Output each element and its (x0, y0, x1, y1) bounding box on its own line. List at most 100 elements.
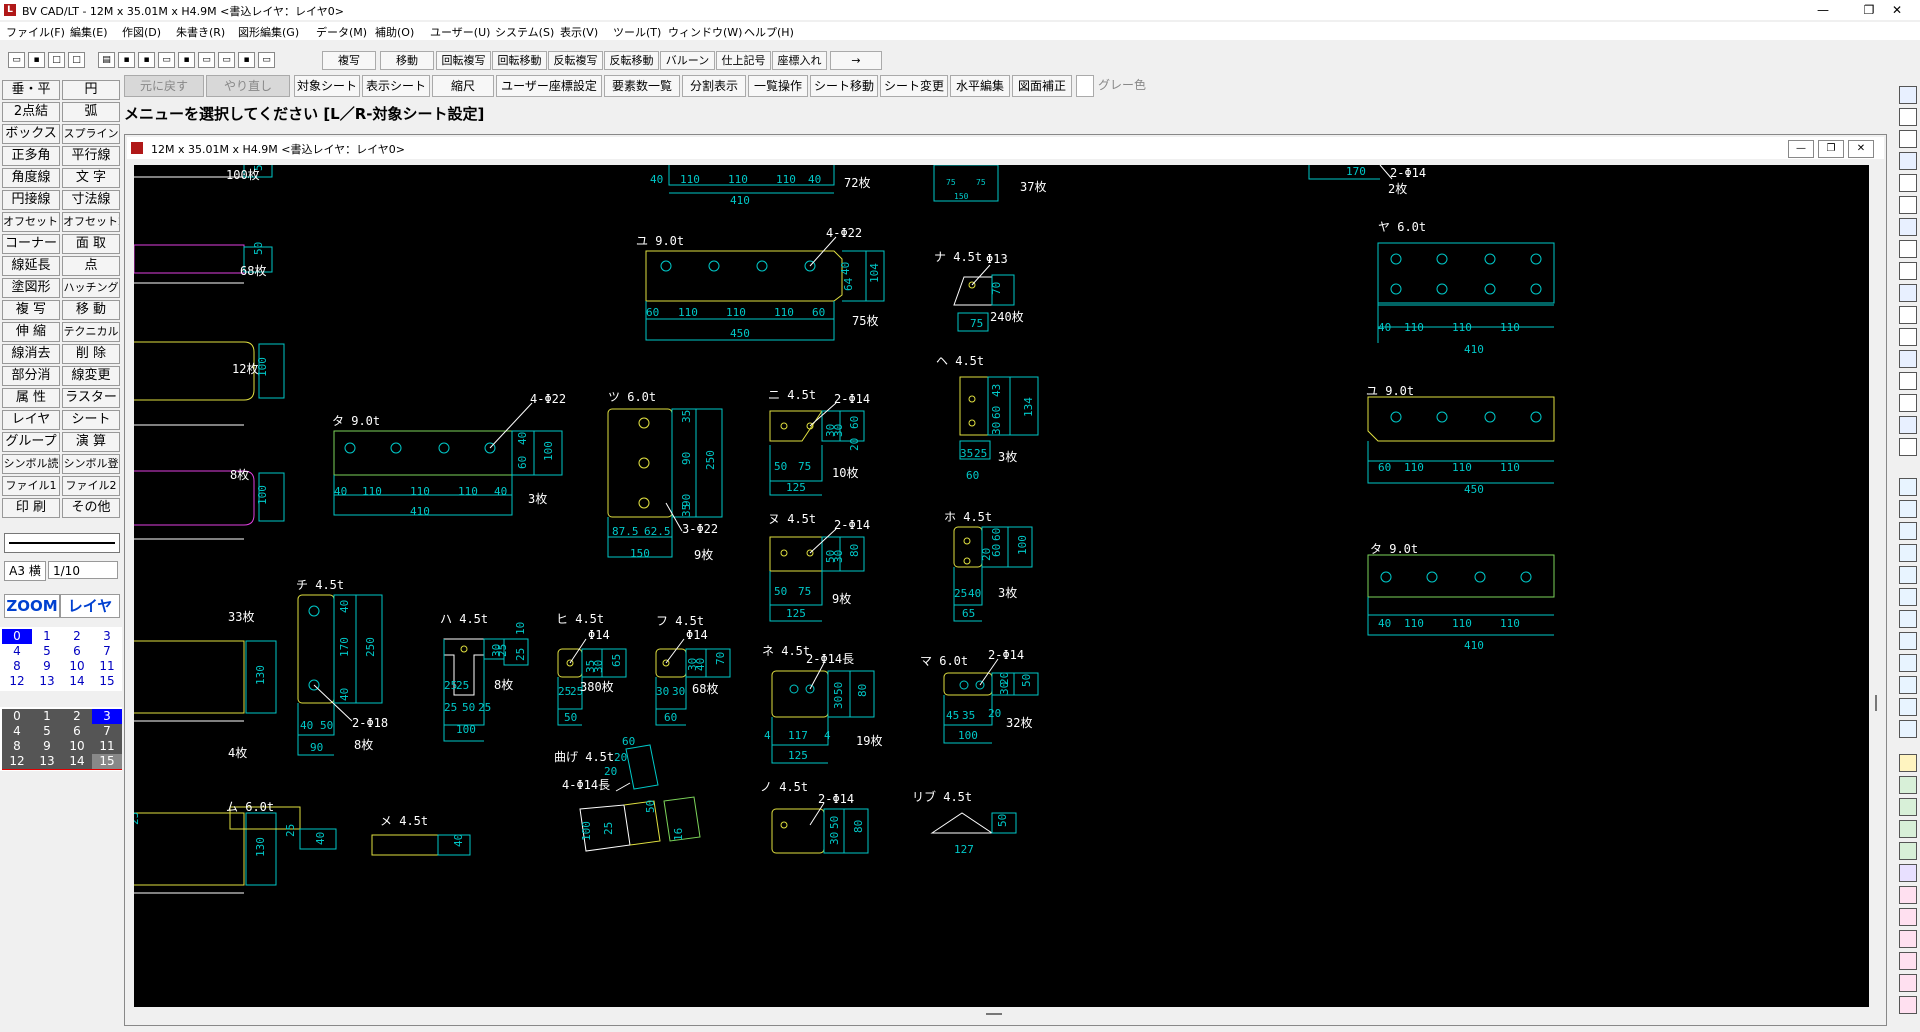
zoom-icon[interactable] (1899, 544, 1917, 562)
command-button[interactable]: 正多角 (2, 146, 60, 166)
command-button[interactable]: レイヤ (2, 410, 60, 430)
color2-icon[interactable] (1899, 776, 1917, 794)
command-button[interactable]: 文 字 (62, 168, 120, 188)
command-button[interactable]: 演 算 (62, 432, 120, 452)
check-icon[interactable] (1899, 328, 1917, 346)
arc-icon[interactable] (1899, 174, 1917, 192)
paper-size[interactable]: A3 横 (4, 561, 46, 581)
command-button[interactable]: 線消去 (2, 344, 60, 364)
disk-gray-icon[interactable]: ▪ (238, 52, 255, 68)
rotate-copy-button[interactable]: 回転複写 (436, 51, 491, 70)
command-button[interactable]: 移 動 (62, 300, 120, 320)
scroll-thumb[interactable] (1875, 695, 1877, 711)
menu-draw[interactable]: 作図(D) (122, 24, 161, 40)
curve-icon[interactable] (1899, 218, 1917, 236)
command-button[interactable]: シート (62, 410, 120, 430)
new-sheet-icon[interactable]: □ (68, 52, 85, 68)
command-button[interactable]: 削 除 (62, 344, 120, 364)
move-button[interactable]: 移動 (380, 51, 434, 70)
gr-icon[interactable] (1899, 798, 1917, 816)
layer-cell[interactable]: 5 (32, 644, 62, 659)
command-button[interactable]: ラスター (62, 388, 120, 408)
layer-display-cell[interactable]: 10 (62, 739, 92, 755)
layer-cell[interactable]: 0 (2, 629, 32, 644)
layer-cell[interactable]: 3 (92, 629, 122, 644)
circle-icon[interactable] (1899, 152, 1917, 170)
command-button[interactable]: 円接線 (2, 190, 60, 210)
layer-button[interactable]: レイヤ (60, 594, 120, 618)
layer-icon[interactable] (1899, 394, 1917, 412)
line-icon[interactable] (1899, 130, 1917, 148)
measure-icon[interactable] (1899, 566, 1917, 584)
command-button[interactable]: 属 性 (2, 388, 60, 408)
folder-green-icon[interactable]: ▭ (218, 52, 235, 68)
command-button[interactable]: 2点結 (2, 102, 60, 122)
command-button[interactable]: オフセット2 (62, 212, 120, 232)
child-restore-button[interactable]: ❐ (1818, 140, 1844, 158)
layer-cell[interactable]: 15 (92, 674, 122, 689)
menu-help[interactable]: ヘルプ(H) (744, 24, 794, 40)
layer-cell[interactable]: 8 (2, 659, 32, 674)
layer-cell[interactable]: 10 (62, 659, 92, 674)
layer-cell[interactable]: 12 (2, 674, 32, 689)
hatch-icon[interactable] (1899, 350, 1917, 368)
element-count-button[interactable]: 要素数一覧 (604, 75, 680, 97)
new-file-icon[interactable]: □ (48, 52, 65, 68)
horizontal-scrollbar[interactable] (134, 1007, 1869, 1023)
menu-user[interactable]: ユーザー(U) (430, 24, 490, 40)
command-button[interactable]: 塗図形 (2, 278, 60, 298)
command-button[interactable]: オフセット1 (2, 212, 60, 232)
target-sheet-button[interactable]: 対象シート (294, 75, 360, 97)
disk-red-icon[interactable]: ▪ (138, 52, 155, 68)
menu-edit[interactable]: 編集(E) (70, 24, 108, 40)
edit-icon[interactable] (1899, 438, 1917, 456)
undo-button[interactable]: 元に戻す (124, 75, 204, 97)
command-button[interactable]: 円 (62, 80, 120, 100)
command-button[interactable]: スプライン (62, 124, 120, 144)
table-icon[interactable] (1899, 478, 1917, 496)
layer-display-cell[interactable]: 11 (92, 739, 122, 755)
command-button[interactable]: 線延長 (2, 256, 60, 276)
command-button[interactable]: 弧 (62, 102, 120, 122)
spline-icon[interactable] (1899, 284, 1917, 302)
command-button[interactable]: グループ (2, 432, 60, 452)
arrow-icon[interactable] (1899, 500, 1917, 518)
folder-blue-icon[interactable]: ▭ (258, 52, 275, 68)
scale-button[interactable]: 縮尺 (432, 75, 494, 97)
command-button[interactable]: 点 (62, 256, 120, 276)
color7-icon[interactable] (1899, 930, 1917, 948)
color10-icon[interactable] (1899, 996, 1917, 1014)
layer-cell[interactable]: 14 (62, 674, 92, 689)
coordinate-input-button[interactable]: 座標入れ (772, 51, 827, 70)
folder-red-icon[interactable]: ▭ (198, 52, 215, 68)
finish-symbol-button[interactable]: 仕上記号 (716, 51, 771, 70)
child-minimize-button[interactable]: — (1788, 140, 1814, 158)
rotate-move-button[interactable]: 回転移動 (492, 51, 547, 70)
layer-display-cell[interactable]: 2 (62, 709, 92, 725)
layer-display-cell[interactable]: 12 (2, 754, 32, 770)
sheet-move-button[interactable]: シート移動 (810, 75, 878, 97)
display-sheet-button[interactable]: 表示シート (362, 75, 430, 97)
calc-icon[interactable] (1899, 610, 1917, 628)
layer-display-cell[interactable]: 15 (92, 754, 122, 770)
snap-icon[interactable] (1899, 108, 1917, 126)
child-close-button[interactable]: ✕ (1848, 140, 1874, 158)
camera-icon[interactable] (1899, 588, 1917, 606)
zoom-button[interactable]: ZOOM (4, 594, 60, 618)
cad-canvas[interactable]: 40 110 110 110 40 410 60 110 110 110 60 450 40 64 10… (134, 165, 1869, 1007)
m-icon[interactable] (1899, 698, 1917, 716)
scroll-thumb[interactable] (986, 1013, 1002, 1015)
list-icon[interactable] (1899, 632, 1917, 650)
menu-view[interactable]: 表示(V) (560, 24, 598, 40)
command-button[interactable]: 角度線 (2, 168, 60, 188)
wave-icon[interactable] (1899, 262, 1917, 280)
link-icon[interactable] (1899, 522, 1917, 540)
layer-cell[interactable]: 4 (2, 644, 32, 659)
mirror-copy-button[interactable]: 反転複写 (548, 51, 603, 70)
redo-button[interactable]: やり直し (206, 75, 290, 97)
command-button[interactable]: コーナー (2, 234, 60, 254)
layer-display-cell[interactable]: 8 (2, 739, 32, 755)
p-icon[interactable] (1899, 720, 1917, 738)
user-coordinate-button[interactable]: ユーザー座標設定 (496, 75, 602, 97)
layer-display-cell[interactable]: 6 (62, 724, 92, 740)
